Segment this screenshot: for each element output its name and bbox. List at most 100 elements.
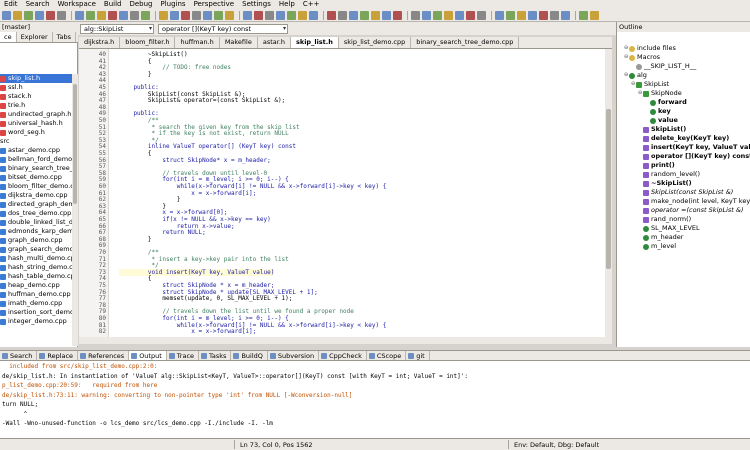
file-tree-item[interactable]: huffman_demo.cpp (0, 290, 72, 299)
file-tree-item[interactable]: graph_search_demo.cp (0, 245, 72, 254)
file-tree-scrollbar[interactable] (72, 74, 78, 346)
toolbar-tool-icon[interactable] (24, 10, 33, 20)
toolbar-tool-icon[interactable] (495, 10, 504, 20)
file-tree-item[interactable]: insertion_sort_demo.cp (0, 308, 72, 317)
file-tree-item[interactable]: heap_demo.cpp (0, 281, 72, 290)
file-tree-item[interactable]: binary_search_tree_dem (0, 164, 72, 173)
file-tree-item[interactable]: hash_string_demo.cpp (0, 263, 72, 272)
toolbar-tool-icon[interactable] (539, 10, 548, 20)
tab-git[interactable]: git (406, 351, 430, 360)
outline-item[interactable]: rand_norm() (617, 215, 750, 224)
file-tree-item[interactable]: bellman_ford_demo.cpp (0, 155, 72, 164)
outline-item[interactable]: operator =(const SkipList &) (617, 206, 750, 215)
toolbar-tool-icon[interactable] (75, 10, 84, 20)
file-tree-item[interactable]: integer_demo.cpp (0, 317, 72, 326)
toolbar-tool-icon[interactable] (349, 10, 358, 20)
scrollbar-thumb[interactable] (73, 84, 77, 204)
toolbar-tool-icon[interactable] (422, 10, 431, 20)
menu-item-perspective[interactable]: Perspective (190, 0, 239, 9)
toolbar-tool-icon[interactable] (550, 10, 559, 20)
toolbar-tool-icon[interactable] (287, 10, 296, 20)
file-tree-item[interactable]: bitset_demo.cpp (0, 173, 72, 182)
toolbar-tool-icon[interactable] (590, 10, 599, 20)
tab-subversion[interactable]: Subversion (268, 351, 320, 360)
fold-margin[interactable] (109, 49, 117, 337)
file-tree-item[interactable]: universal_hash.h (0, 119, 72, 128)
outline-item[interactable]: print() (617, 161, 750, 170)
file-tree-item[interactable]: skip_list.h (0, 74, 72, 83)
outline-item[interactable]: ⊖ include files (617, 44, 750, 53)
outline-item[interactable]: forward (617, 98, 750, 107)
tab-trace[interactable]: Trace (167, 351, 200, 360)
toolbar-tool-icon[interactable] (203, 10, 212, 20)
toolbar-tool-icon[interactable] (243, 10, 252, 20)
tab-references[interactable]: References (78, 351, 130, 360)
outline-item[interactable]: operator [](KeyT key) const (617, 152, 750, 161)
file-tree-item[interactable]: graph_demo.cpp (0, 236, 72, 245)
editor-tab[interactable]: dijkstra.h (79, 37, 121, 48)
toolbar-tool-icon[interactable] (309, 10, 318, 20)
file-tree-item[interactable]: undirected_graph.h (0, 110, 72, 119)
tab-buildq[interactable]: BuildQ (231, 351, 268, 360)
menu-item-debug[interactable]: Debug (125, 0, 156, 9)
outline-item[interactable]: ⊖ alg (617, 71, 750, 80)
tab-tabs[interactable]: Tabs (53, 32, 77, 42)
tab-search[interactable]: Search (0, 351, 38, 360)
menu-item-build[interactable]: Build (100, 0, 126, 9)
menu-item-edit[interactable]: Edit (0, 0, 22, 9)
file-tree-item[interactable]: dijkstra_demo.cpp (0, 191, 72, 200)
toolbar-tool-icon[interactable] (444, 10, 453, 20)
toolbar-tool-icon[interactable] (181, 10, 190, 20)
toolbar-tool-icon[interactable] (35, 10, 44, 20)
outline-item[interactable]: value (617, 116, 750, 125)
outline-item[interactable]: key (617, 107, 750, 116)
menu-item-c-[interactable]: C++ (299, 0, 324, 9)
editor-horizontal-scrollbar[interactable] (79, 337, 612, 344)
outline-item[interactable]: random_level() (617, 170, 750, 179)
scope-combo[interactable]: alg::SkipList ▾ (80, 23, 154, 34)
file-tree-item[interactable]: double_linked_list_dem (0, 218, 72, 227)
tab-tasks[interactable]: Tasks (199, 351, 232, 360)
tab-replace[interactable]: Replace (37, 351, 79, 360)
editor-tab[interactable]: skip_list_demo.cpp (339, 37, 412, 48)
code-editor[interactable]: 40 41 42 43 44 45 46 47 48 49 50 51 52 53 54 55 56 57 58 59… (79, 49, 612, 337)
file-tree-item[interactable]: hash_table_demo.cpp (0, 272, 72, 281)
toolbar-tool-icon[interactable] (393, 10, 402, 20)
outline-item[interactable]: m_level (617, 242, 750, 251)
menu-item-search[interactable]: Search (22, 0, 54, 9)
toolbar-tool-icon[interactable] (130, 10, 139, 20)
file-tree-item[interactable]: ssl.h (0, 83, 72, 92)
toolbar-tool-icon[interactable] (13, 10, 22, 20)
toolbar-tool-icon[interactable] (170, 10, 179, 20)
toolbar-tool-icon[interactable] (141, 10, 150, 20)
toolbar-tool-icon[interactable] (579, 10, 588, 20)
toolbar-tool-icon[interactable] (327, 10, 336, 20)
menu-item-settings[interactable]: Settings (238, 0, 275, 9)
editor-tab[interactable]: Makefile (220, 37, 258, 48)
tab-cppcheck[interactable]: CppCheck (319, 351, 367, 360)
tab-explorer[interactable]: Explorer (17, 32, 53, 42)
file-tree-item[interactable]: trie.h (0, 101, 72, 110)
toolbar-tool-icon[interactable] (411, 10, 420, 20)
toolbar-tool-icon[interactable] (517, 10, 526, 20)
function-combo[interactable]: operator [](KeyT key) const ▾ (158, 23, 288, 34)
outline-item[interactable]: ⊖ SkipList (617, 80, 750, 89)
editor-tab[interactable]: astar.h (258, 37, 292, 48)
file-tree-item[interactable]: dos_tree_demo.cpp (0, 209, 72, 218)
toolbar-tool-icon[interactable] (57, 10, 66, 20)
outline-item[interactable]: __SKIP_LIST_H__ (617, 62, 750, 71)
outline-item[interactable]: ~SkipList() (617, 179, 750, 188)
outline-item[interactable]: SL_MAX_LEVEL (617, 224, 750, 233)
toolbar-tool-icon[interactable] (561, 10, 570, 20)
menu-item-help[interactable]: Help (275, 0, 299, 9)
toolbar-tool-icon[interactable] (528, 10, 537, 20)
toolbar-tool-icon[interactable] (46, 10, 55, 20)
toolbar-tool-icon[interactable] (466, 10, 475, 20)
toolbar-tool-icon[interactable] (382, 10, 391, 20)
outline-item[interactable]: ⊖ SkipNode (617, 89, 750, 98)
outline-item[interactable]: make_node(int level, KeyT key, V (617, 197, 750, 206)
menu-item-plugins[interactable]: Plugins (157, 0, 190, 9)
file-tree-item[interactable]: imath_demo.cpp (0, 299, 72, 308)
tab-output[interactable]: Output (129, 351, 167, 360)
toolbar-tool-icon[interactable] (298, 10, 307, 20)
